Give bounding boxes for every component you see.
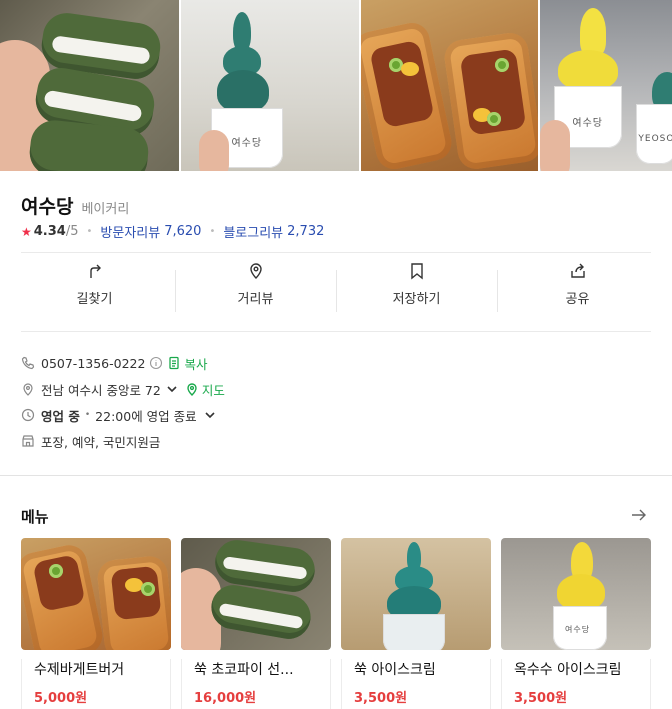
bookmark-icon bbox=[410, 263, 423, 280]
menu-item-image: 여수당 bbox=[501, 538, 651, 650]
pepper-slice bbox=[141, 582, 155, 596]
menu-item-price: 5,000원 bbox=[34, 691, 88, 706]
directions-button[interactable]: 길찾기 bbox=[14, 262, 175, 320]
street-view-label: 거리뷰 bbox=[237, 292, 274, 307]
services-row: 포장, 예약, 국민지원금 bbox=[21, 428, 225, 454]
menu-section-title: 메뉴 bbox=[21, 508, 49, 526]
photo-corn-ice-cream[interactable]: 여수당 YEOSOO bbox=[540, 0, 672, 171]
menu-item-image bbox=[181, 538, 331, 650]
menu-item[interactable]: 여수당 옥수수 아이스크림 3,500원 bbox=[501, 538, 651, 709]
action-bar: 길찾기 거리뷰 저장하기 공유 bbox=[14, 262, 658, 320]
phone-icon bbox=[21, 356, 35, 370]
visitor-review-link[interactable]: 방문자리뷰 bbox=[100, 222, 160, 241]
separator-dot: • bbox=[209, 226, 216, 237]
location-pin-icon bbox=[23, 383, 33, 396]
hours-row: 영업 중 • 22:00에 영업 종료 bbox=[21, 402, 225, 428]
address-text: 전남 여수시 중앙로 72 bbox=[41, 382, 161, 398]
hand bbox=[199, 130, 230, 171]
location-pin-icon bbox=[249, 263, 262, 279]
share-label: 공유 bbox=[565, 292, 590, 307]
pepper-slice bbox=[49, 564, 63, 578]
ice-cream-cup bbox=[383, 614, 445, 650]
rating-value: 4.34 bbox=[33, 224, 66, 239]
menu-item-price: 16,000원 bbox=[194, 691, 257, 706]
section-divider bbox=[0, 475, 672, 476]
blog-review-count[interactable]: 2,732 bbox=[287, 224, 324, 239]
place-category: 베이커리 bbox=[81, 202, 130, 217]
map-link[interactable]: 지도 bbox=[202, 380, 225, 399]
rating-row: ★ 4.34 /5 • 방문자리뷰 7,620 • 블로그리뷰 2,732 bbox=[21, 222, 324, 241]
arrow-right-icon[interactable] bbox=[631, 508, 647, 522]
menu-item-info: 쑥 아이스크림 3,500원 bbox=[341, 659, 491, 709]
cup-brand: 여수당 bbox=[231, 138, 263, 149]
share-icon bbox=[570, 263, 585, 278]
menu-item[interactable]: 쑥 아이스크림 3,500원 bbox=[341, 538, 491, 709]
ice-cream-cup: YEOSOO bbox=[636, 104, 672, 164]
egg-yolk bbox=[400, 62, 419, 76]
photo-baguette-burger[interactable] bbox=[360, 0, 539, 171]
star-icon: ★ bbox=[21, 224, 32, 239]
cup-brand: 여수당 bbox=[572, 118, 604, 129]
store-icon bbox=[22, 435, 34, 447]
copy-button[interactable]: 복사 bbox=[184, 354, 207, 373]
chevron-down-icon[interactable] bbox=[203, 408, 217, 422]
cup-brand-en: YEOSOO bbox=[638, 134, 672, 144]
photo-green-choco-pie[interactable] bbox=[0, 0, 180, 171]
directions-label: 길찾기 bbox=[76, 292, 113, 307]
cup-brand: 여수당 bbox=[565, 625, 591, 634]
place-name: 여수당 bbox=[21, 196, 74, 218]
menu-item-info: 옥수수 아이스크림 3,500원 bbox=[501, 659, 651, 709]
rating-max: /5 bbox=[65, 224, 79, 239]
mugwort-swirl bbox=[217, 70, 270, 112]
place-header: 여수당 베이커리 bbox=[21, 192, 129, 219]
share-button[interactable]: 공유 bbox=[497, 262, 658, 320]
hand bbox=[540, 120, 571, 171]
visitor-review-count[interactable]: 7,620 bbox=[164, 224, 201, 239]
directions-icon bbox=[89, 264, 101, 278]
pepper-slice bbox=[494, 58, 509, 72]
phone-number[interactable]: 0507-1356-0222 bbox=[41, 356, 145, 371]
divider bbox=[21, 252, 651, 253]
menu-item[interactable]: 수제바게트버거 5,000원 bbox=[21, 538, 171, 709]
menu-item-price: 3,500원 bbox=[354, 691, 408, 706]
menu-list: 수제바게트버거 5,000원 쑥 초코파이 선... 16,000원 쑥 아이스… bbox=[21, 538, 651, 709]
menu-item-price: 3,500원 bbox=[514, 691, 568, 706]
separator-dot: • bbox=[84, 410, 91, 420]
photo-mugwort-ice-cream[interactable]: 여수당 bbox=[181, 0, 359, 171]
save-label: 저장하기 bbox=[392, 292, 441, 307]
burger-filling bbox=[110, 565, 162, 621]
menu-item-image bbox=[21, 538, 171, 650]
save-button[interactable]: 저장하기 bbox=[336, 262, 497, 320]
ice-cream-cup: 여수당 bbox=[553, 606, 607, 650]
chevron-down-icon[interactable] bbox=[165, 382, 179, 396]
info-icon[interactable] bbox=[149, 356, 163, 370]
copy-icon[interactable] bbox=[167, 356, 181, 370]
separator-dot: • bbox=[86, 226, 93, 237]
corn-swirl bbox=[580, 8, 607, 56]
open-status: 영업 중 bbox=[41, 408, 80, 424]
menu-item[interactable]: 쑥 초코파이 선... 16,000원 bbox=[181, 538, 331, 709]
place-info: 0507-1356-0222 복사 전남 여수시 중앙로 72 지도 영업 중 … bbox=[21, 350, 225, 454]
phone-row: 0507-1356-0222 복사 bbox=[21, 350, 225, 376]
closing-time: 22:00에 영업 종료 bbox=[95, 408, 197, 424]
services-text: 포장, 예약, 국민지원금 bbox=[41, 434, 161, 450]
clock-icon bbox=[21, 408, 35, 422]
corn-swirl bbox=[558, 50, 619, 90]
menu-item-name: 옥수수 아이스크림 bbox=[514, 662, 622, 678]
divider bbox=[21, 331, 651, 332]
pepper-slice bbox=[486, 112, 501, 126]
menu-item-name: 쑥 초코파이 선... bbox=[194, 662, 294, 678]
menu-item-info: 쑥 초코파이 선... 16,000원 bbox=[181, 659, 331, 709]
photo-gallery[interactable]: 여수당 여수당 YEOSOO bbox=[0, 0, 672, 171]
menu-item-name: 쑥 아이스크림 bbox=[354, 662, 436, 678]
menu-item-name: 수제바게트버거 bbox=[34, 662, 125, 678]
map-pin-icon[interactable] bbox=[185, 382, 199, 396]
menu-item-info: 수제바게트버거 5,000원 bbox=[21, 659, 171, 709]
street-view-button[interactable]: 거리뷰 bbox=[175, 262, 336, 320]
menu-item-image bbox=[341, 538, 491, 650]
blog-review-link[interactable]: 블로그리뷰 bbox=[223, 222, 283, 241]
corn-swirl bbox=[557, 574, 605, 610]
address-row: 전남 여수시 중앙로 72 지도 bbox=[21, 376, 225, 402]
